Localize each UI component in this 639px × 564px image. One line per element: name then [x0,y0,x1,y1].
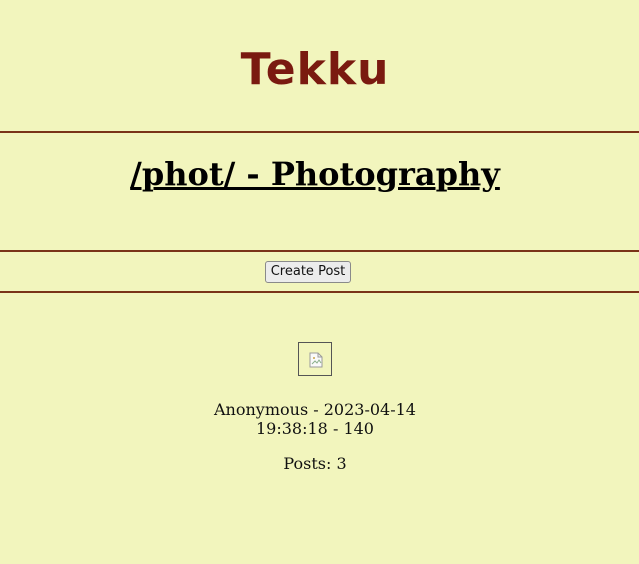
divider-middle [0,250,639,252]
thread-post-count: Posts: 3 [283,454,347,473]
divider-bottom [0,291,639,293]
thread-meta: Anonymous - 2023-04-14 19:38:18 - 140 [214,400,416,438]
thread-card[interactable]: Anonymous - 2023-04-14 19:38:18 - 140 Po… [0,342,630,473]
site-logo[interactable]: Tekku [0,44,630,96]
broken-image-icon [309,352,323,368]
divider-top [0,131,639,133]
create-post-button[interactable]: Create Post [265,261,351,283]
board-title: /phot/ - Photography [130,155,500,193]
thread-thumbnail[interactable] [298,342,332,376]
